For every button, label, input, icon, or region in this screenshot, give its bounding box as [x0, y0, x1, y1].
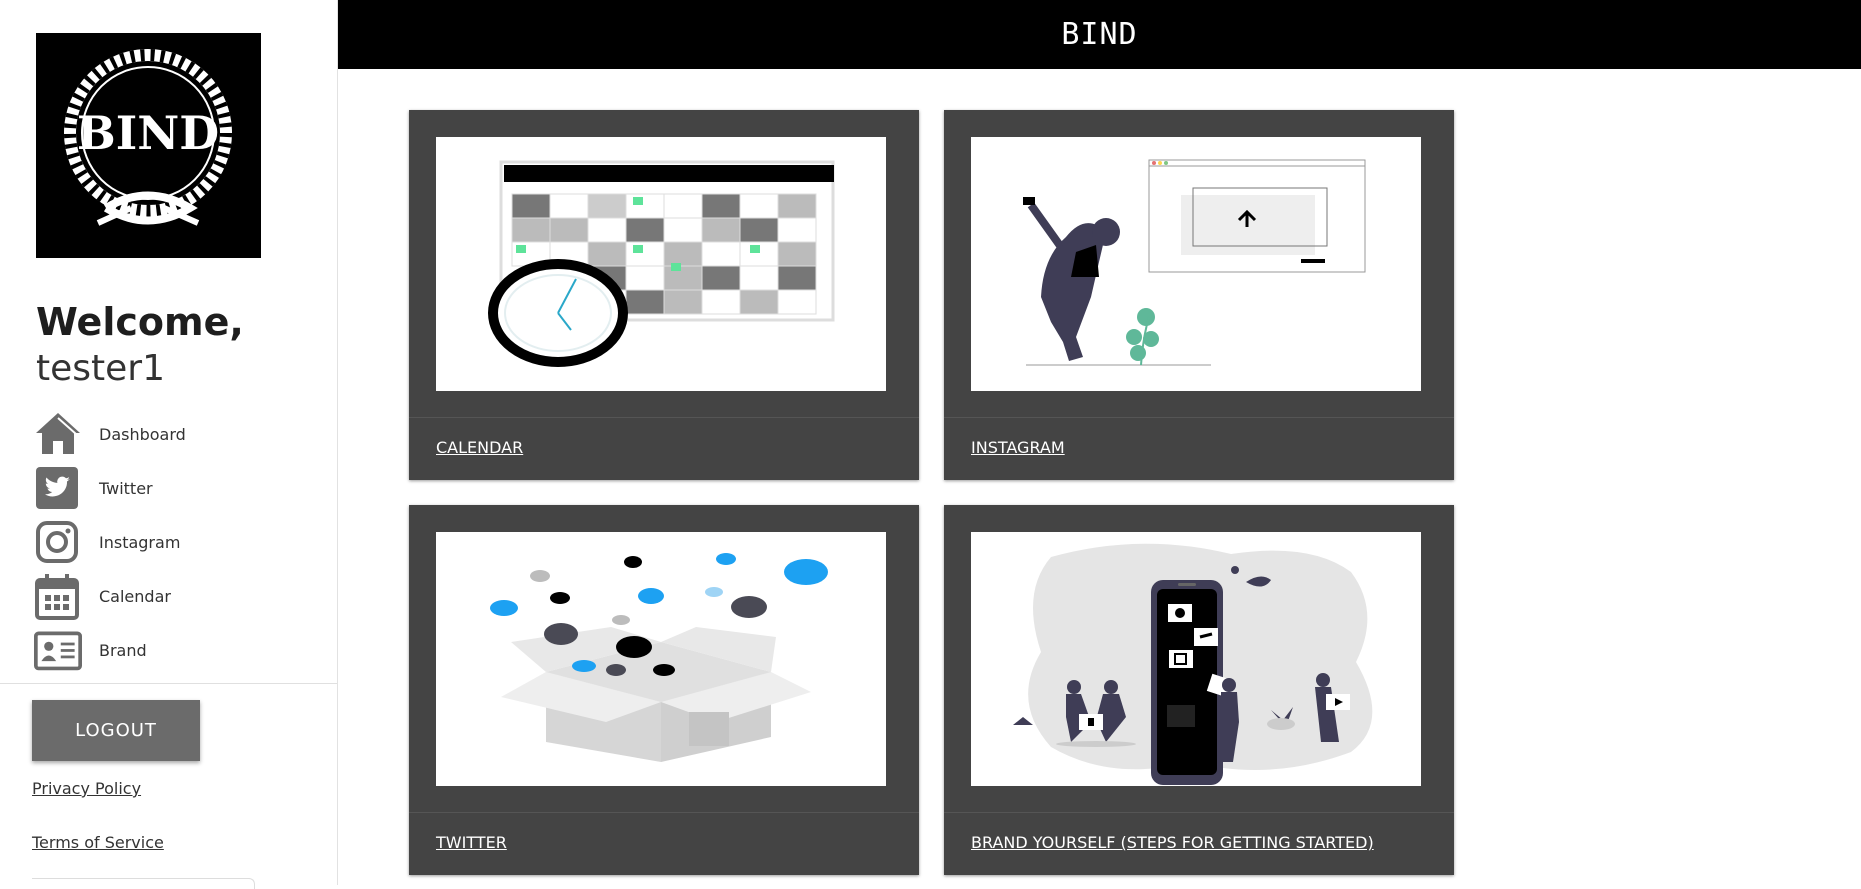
sidebar-item-label: Brand — [99, 640, 147, 660]
instagram-card-link[interactable]: INSTAGRAM — [971, 438, 1065, 457]
card-divider — [409, 417, 919, 418]
privacy-policy-link[interactable]: Privacy Policy — [32, 779, 141, 798]
rope-ring-icon: BIND — [64, 49, 232, 226]
twitter-card-link[interactable]: TWITTER — [436, 833, 507, 852]
calendar-illustration — [436, 137, 886, 391]
sidebar-item-label: Twitter — [99, 478, 153, 498]
calendar-icon — [34, 572, 88, 620]
sidebar-item-twitter[interactable]: Twitter — [34, 461, 186, 515]
sidebar-item-calendar[interactable]: Calendar — [34, 569, 186, 623]
brand-card-link[interactable]: BRAND YOURSELF (STEPS FOR GETTING STARTE… — [971, 833, 1374, 852]
instagram-card[interactable]: INSTAGRAM — [944, 110, 1454, 480]
sidebar-nav: Dashboard Twitter Instagram Calendar Bra… — [34, 407, 186, 677]
card-divider — [409, 812, 919, 813]
instagram-upload-illustration — [971, 137, 1421, 391]
card-divider — [944, 417, 1454, 418]
sidebar-bottom-frame — [32, 878, 255, 889]
sidebar-item-label: Instagram — [99, 532, 181, 552]
twitter-icon — [34, 464, 88, 512]
sidebar-item-instagram[interactable]: Instagram — [34, 515, 186, 569]
brand-phone-illustration — [971, 532, 1421, 786]
top-header: BIND — [338, 0, 1861, 69]
username: tester1 — [36, 348, 165, 389]
card-divider — [944, 812, 1454, 813]
svg-text:BIND: BIND — [77, 106, 219, 160]
calendar-card[interactable]: CALENDAR — [409, 110, 919, 480]
sidebar-item-dashboard[interactable]: Dashboard — [34, 407, 186, 461]
calendar-card-link[interactable]: CALENDAR — [436, 438, 523, 457]
home-icon — [34, 410, 88, 458]
page-title: BIND — [1061, 17, 1138, 52]
sidebar-item-brand[interactable]: Brand — [34, 623, 186, 677]
logout-button[interactable]: LOGOUT — [32, 700, 200, 761]
id-card-icon — [34, 626, 88, 674]
sidebar-item-label: Dashboard — [99, 424, 186, 444]
bind-logo[interactable]: BIND — [36, 33, 261, 258]
sidebar-item-label: Calendar — [99, 586, 171, 606]
sidebar: BIND Welcome, tester1 Dashboard Twitter … — [0, 0, 338, 889]
welcome-heading: Welcome, — [36, 300, 244, 344]
terms-of-service-link[interactable]: Terms of Service — [32, 833, 164, 852]
sidebar-divider — [0, 683, 337, 684]
twitter-birds-box-illustration — [436, 532, 886, 786]
twitter-card[interactable]: TWITTER — [409, 505, 919, 875]
brand-card[interactable]: BRAND YOURSELF (STEPS FOR GETTING STARTE… — [944, 505, 1454, 875]
instagram-icon — [34, 518, 88, 566]
